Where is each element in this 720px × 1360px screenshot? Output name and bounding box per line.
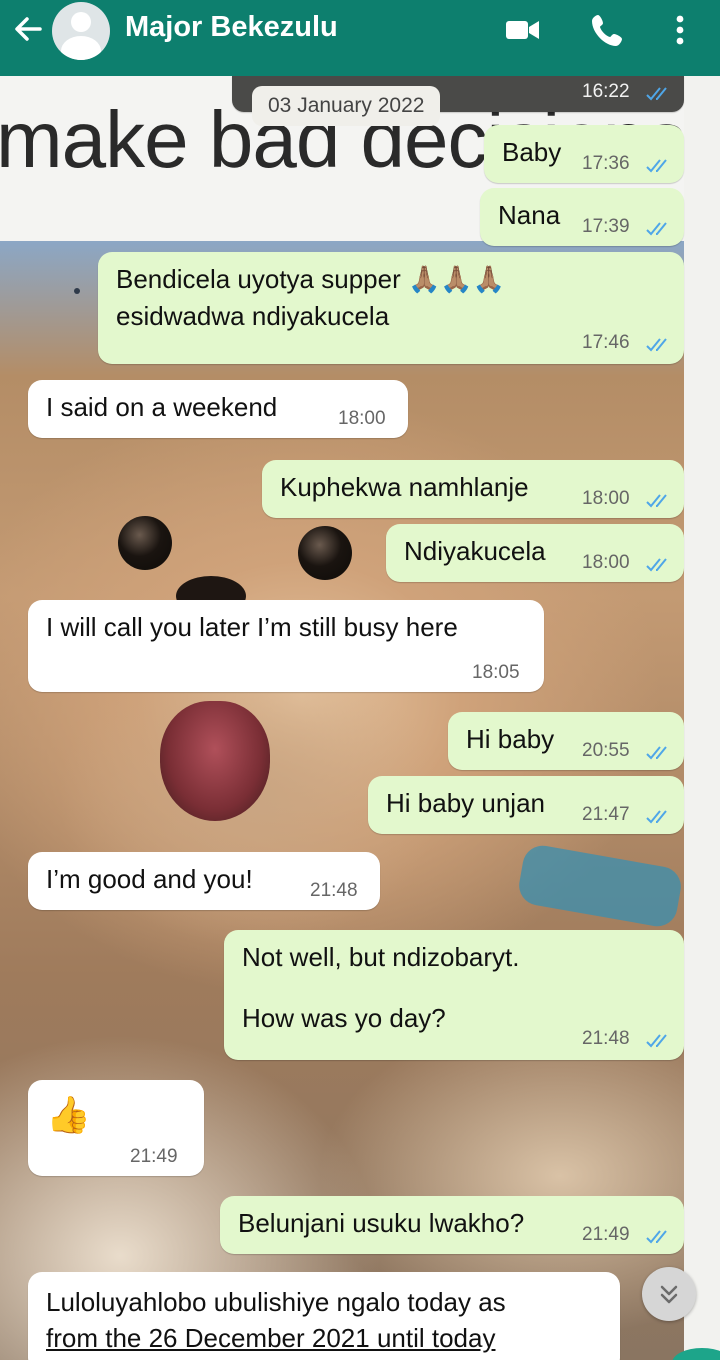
message-bubble-outgoing[interactable]: Kuphekwa namhlanje 18:00	[262, 460, 684, 518]
message-text-line: Not well, but ndizobaryt.	[242, 942, 520, 972]
dog-collar	[516, 842, 684, 930]
message-text: Ndiyakucela	[404, 536, 546, 566]
more-vert-icon[interactable]	[662, 10, 698, 50]
message-bubble-outgoing[interactable]: Baby 17:36	[484, 125, 684, 183]
contact-name[interactable]: Major Bekezulu	[125, 11, 338, 44]
message-text: Hi baby unjan	[386, 788, 545, 818]
dog-mouth	[160, 701, 270, 821]
message-text-line: Bendicela uyotya supper 🙏🏽🙏🏽🙏🏽	[116, 264, 506, 294]
message-text: Belunjani usuku lwakho?	[238, 1208, 525, 1238]
thumbs-up-emoji: 👍	[46, 1094, 91, 1135]
date-separator: 03 January 2022	[252, 86, 441, 126]
message-time: 18:00	[582, 552, 630, 573]
dog-left-eye	[118, 516, 172, 570]
read-ticks-icon	[646, 558, 667, 572]
wallpaper-bullet	[74, 288, 80, 294]
message-text: Baby	[502, 137, 562, 167]
message-bubble-outgoing[interactable]: Hi baby 20:55	[448, 712, 684, 770]
message-text: Nana	[498, 200, 561, 230]
phone-icon[interactable]	[588, 10, 628, 50]
message-bubble-incoming[interactable]: 👍 21:49	[28, 1080, 204, 1176]
message-bubble-outgoing[interactable]: Nana 17:39	[480, 188, 684, 246]
message-text: Hi baby	[466, 724, 555, 754]
message-bubble-outgoing[interactable]: Belunjani usuku lwakho? 21:49	[220, 1196, 684, 1254]
read-ticks-icon	[646, 159, 667, 173]
message-text-line: from the 26 December 2021 until today	[46, 1323, 496, 1353]
message-time: 17:36	[582, 153, 630, 174]
message-bubble-incoming[interactable]: Luloluyahlobo ubulishiye ngalo today as …	[28, 1272, 620, 1360]
read-ticks-icon	[646, 1034, 667, 1048]
message-time: 18:00	[338, 408, 386, 429]
video-call-icon[interactable]	[503, 10, 543, 50]
dog-right-eye	[298, 526, 352, 580]
message-text: Kuphekwa namhlanje	[280, 472, 529, 502]
message-time: 17:46	[582, 332, 630, 353]
read-ticks-icon	[646, 1230, 667, 1244]
message-text-line: Luloluyahlobo ubulishiye ngalo today as	[46, 1287, 506, 1317]
arrow-left-icon[interactable]	[10, 11, 46, 47]
read-ticks-icon	[646, 87, 667, 101]
default-avatar-icon[interactable]	[52, 2, 110, 60]
double-chevron-down-icon[interactable]	[642, 1267, 696, 1321]
message-time: 21:49	[130, 1146, 178, 1167]
message-time: 21:48	[310, 880, 358, 901]
message-bubble-outgoing[interactable]: Ndiyakucela 18:00	[386, 524, 684, 582]
message-text: I will call you later I’m still busy her…	[46, 612, 458, 642]
message-time: 20:55	[582, 740, 630, 761]
message-time: 16:22	[582, 81, 630, 102]
message-time: 21:48	[582, 1028, 630, 1049]
message-text: I said on a weekend	[46, 392, 278, 422]
message-time: 21:47	[582, 804, 630, 825]
message-time: 18:00	[582, 488, 630, 509]
message-time: 17:39	[582, 216, 630, 237]
read-ticks-icon	[646, 746, 667, 760]
message-bubble-outgoing[interactable]: Not well, but ndizobaryt. How was yo day…	[224, 930, 684, 1060]
message-text: I’m good and you!	[46, 864, 253, 894]
read-ticks-icon	[646, 222, 667, 236]
message-bubble-incoming[interactable]: I will call you later I’m still busy her…	[28, 600, 544, 692]
message-time: 18:05	[472, 662, 520, 683]
chat-header: Major Bekezulu	[0, 0, 720, 76]
read-ticks-icon	[646, 494, 667, 508]
message-bubble-outgoing[interactable]: Bendicela uyotya supper 🙏🏽🙏🏽🙏🏽 esidwadwa…	[98, 252, 684, 364]
message-time: 21:49	[582, 1224, 630, 1245]
message-bubble-outgoing[interactable]: Hi baby unjan 21:47	[368, 776, 684, 834]
message-text-line: esidwadwa ndiyakucela	[116, 301, 390, 331]
read-ticks-icon	[646, 338, 667, 352]
read-ticks-icon	[646, 810, 667, 824]
message-bubble-incoming[interactable]: I said on a weekend 18:00	[28, 380, 408, 438]
wallpaper-edge	[684, 76, 720, 1360]
message-bubble-incoming[interactable]: I’m good and you! 21:48	[28, 852, 380, 910]
